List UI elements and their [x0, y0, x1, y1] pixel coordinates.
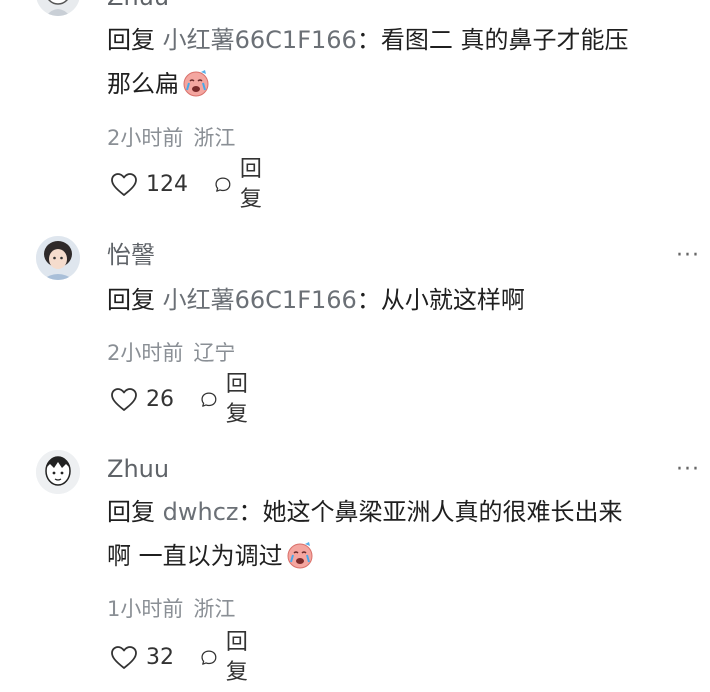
reply-prefix: 回复 — [107, 286, 155, 314]
comment-text-line1: 从小就这样啊 — [380, 286, 525, 314]
reply-label: 回复 — [239, 157, 262, 212]
reply-separator: ： — [238, 498, 263, 526]
comment-text-line2: 那么扁 — [107, 70, 179, 98]
avatar[interactable] — [36, 0, 80, 16]
reply-button[interactable]: 回复 — [200, 630, 256, 685]
reply-separator: ： — [356, 26, 381, 54]
like-button[interactable]: 26 — [110, 385, 174, 415]
comment-region: 浙江 — [193, 126, 236, 150]
reply-button[interactable]: 回复 — [214, 157, 270, 212]
chat-bubble-icon — [201, 650, 217, 665]
avatar-image — [36, 236, 80, 280]
comment-meta: 1小时前 浙江 — [107, 596, 235, 622]
reply-prefix: 回复 — [107, 498, 155, 526]
comment-username[interactable]: Zhuu — [107, 0, 169, 12]
comment-region: 辽宁 — [193, 341, 236, 365]
like-button[interactable]: 124 — [110, 170, 188, 200]
comment-time: 1小时前 — [107, 597, 184, 621]
comment-text: 回复 小红薯66C1F166：从小就这样啊 — [107, 278, 697, 322]
crying-face-icon — [287, 542, 313, 569]
like-count: 32 — [146, 645, 174, 670]
like-count: 26 — [146, 387, 174, 412]
reply-target-user[interactable]: dwhcz — [163, 498, 239, 526]
reply-button[interactable]: 回复 — [200, 372, 256, 427]
comment-text-line1: 看图二 真的鼻子才能压 — [380, 26, 629, 54]
heart-icon — [111, 173, 137, 196]
reply-label: 回复 — [225, 372, 248, 427]
comment-username[interactable]: Zhuu — [107, 454, 169, 484]
comment-text-line1: 她这个鼻梁亚洲人真的很难长出来 — [262, 498, 623, 526]
reply-prefix: 回复 — [107, 26, 155, 54]
more-options-icon[interactable]: ··· — [676, 459, 700, 481]
crying-face-icon — [183, 70, 209, 97]
comment-text: 回复 dwhcz：她这个鼻梁亚洲人真的很难长出来 啊 一直以为调过 — [107, 490, 697, 578]
avatar[interactable] — [36, 236, 80, 280]
comment-text-line2: 啊 一直以为调过 — [107, 542, 283, 570]
chat-bubble-icon — [201, 392, 217, 407]
comment-time: 2小时前 — [107, 341, 184, 365]
heart-icon — [111, 646, 137, 669]
avatar-image — [36, 0, 80, 16]
reply-target-user[interactable]: 小红薯66C1F166 — [163, 26, 357, 54]
comment-username[interactable]: 怡謦 — [107, 240, 155, 270]
avatar[interactable] — [36, 450, 80, 494]
comment-region: 浙江 — [193, 597, 236, 621]
reply-separator: ： — [356, 286, 381, 314]
reply-target-user[interactable]: 小红薯66C1F166 — [163, 286, 357, 314]
more-options-icon[interactable]: ··· — [676, 245, 700, 267]
like-count: 124 — [146, 172, 188, 197]
reply-label: 回复 — [225, 630, 248, 685]
heart-icon — [111, 388, 137, 411]
chat-bubble-icon — [215, 177, 231, 192]
comment-time: 2小时前 — [107, 126, 184, 150]
comment-meta: 2小时前 浙江 — [107, 125, 235, 151]
comment-text: 回复 小红薯66C1F166：看图二 真的鼻子才能压 那么扁 — [107, 18, 697, 106]
avatar-image — [36, 450, 80, 494]
like-button[interactable]: 32 — [110, 643, 174, 673]
comment-meta: 2小时前 辽宁 — [107, 340, 235, 366]
